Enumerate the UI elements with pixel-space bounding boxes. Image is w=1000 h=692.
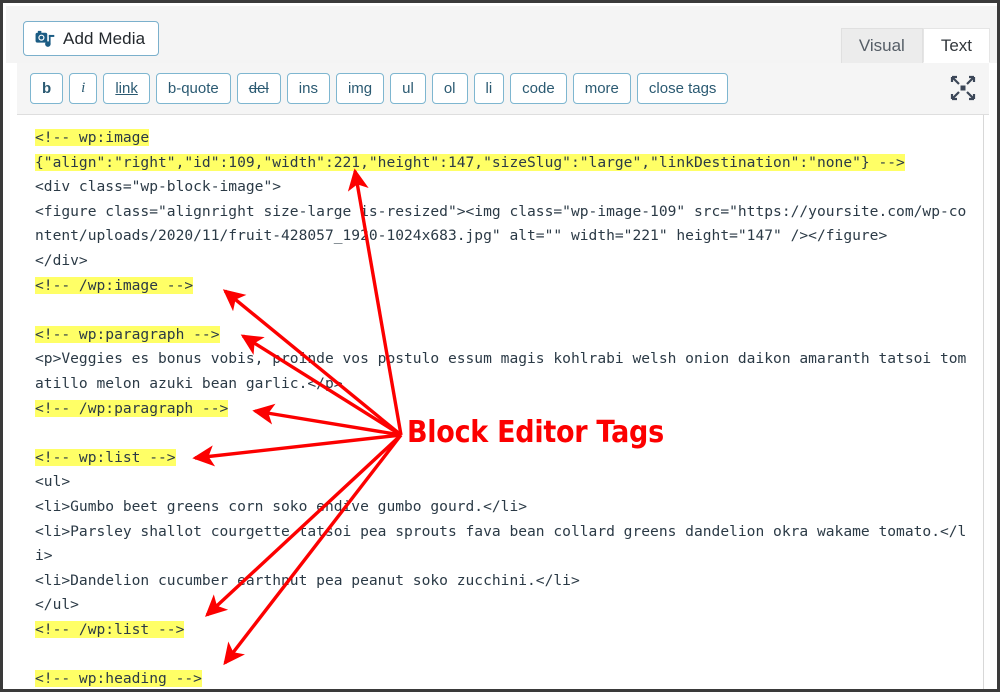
qt-button-more[interactable]: more [572, 73, 631, 104]
quicktags-button-row: b i link b-quote del ins img ul ol li co… [30, 73, 729, 104]
code-line: <li>Gumbo beet greens corn soko endive g… [35, 497, 528, 515]
qt-button-code[interactable]: code [510, 73, 567, 104]
code-line: <!-- wp:paragraph --> [35, 323, 975, 348]
editor-top-bar: Add Media Visual Text [6, 6, 997, 63]
block-editor-tag: <!-- /wp:image --> [35, 276, 194, 294]
block-editor-tag: <!-- wp:image [35, 129, 150, 146]
qt-button-link[interactable]: link [103, 73, 150, 104]
code-line: <!-- wp:heading --> [35, 667, 975, 689]
qt-button-b[interactable]: b [30, 73, 64, 104]
code-line: {"align":"right","id":109,"width":221,"h… [35, 151, 975, 176]
qt-button-ins[interactable]: ins [286, 73, 330, 104]
block-editor-tag: <!-- /wp:list --> [35, 620, 185, 638]
block-editor-tag: <!-- wp:paragraph --> [35, 325, 220, 343]
add-media-label: Add Media [63, 28, 146, 48]
code-line: <ul> [35, 473, 71, 491]
editor-scrollbar-track[interactable] [983, 115, 984, 689]
code-line: <figure class="alignright size-large is-… [35, 202, 967, 245]
tab-visual-label: Visual [858, 36, 905, 55]
qt-button-ul[interactable]: ul [390, 73, 426, 104]
editor-mode-tabs: Visual Text [840, 28, 990, 63]
code-line: <!-- /wp:image --> [35, 274, 975, 299]
text-editor-textarea[interactable]: <!-- wp:image {"align":"right","id":109,"… [17, 115, 989, 689]
media-camera-music-icon [35, 30, 55, 48]
code-line: </ul> [35, 596, 79, 614]
qt-button-i[interactable]: i [69, 73, 98, 104]
qt-button-b-quote[interactable]: b-quote [155, 73, 231, 104]
block-editor-tag: <!-- wp:list --> [35, 448, 176, 466]
qt-button-li[interactable]: li [473, 73, 505, 104]
qt-button-del[interactable]: del [236, 73, 281, 104]
code-line: </div> [35, 251, 88, 269]
fullscreen-expand-icon[interactable] [949, 74, 977, 102]
tab-text[interactable]: Text [922, 28, 990, 63]
qt-button-close-tags[interactable]: close tags [636, 73, 729, 104]
code-line: <li>Dandelion cucumber earthnut pea pean… [35, 571, 580, 589]
code-line: <!-- wp:image [35, 126, 975, 151]
editor-code-content[interactable]: <!-- wp:image {"align":"right","id":109,"… [35, 126, 975, 689]
add-media-button[interactable]: Add Media [23, 21, 160, 56]
code-line: <li>Parsley shallot courgette tatsoi pea… [35, 522, 967, 565]
quicktags-toolbar: b i link b-quote del ins img ul ol li co… [17, 63, 989, 115]
code-line: <!-- /wp:list --> [35, 618, 975, 643]
code-line: <p>Veggies es bonus vobis, proinde vos p… [35, 350, 967, 392]
block-editor-tag: <!-- /wp:paragraph --> [35, 399, 229, 417]
qt-button-img[interactable]: img [335, 73, 385, 104]
qt-button-ol[interactable]: ol [431, 73, 468, 104]
code-line: <div class="wp-block-image"> [35, 178, 282, 196]
wordpress-text-editor-window: Add Media Visual Text b i link b-quote d… [0, 0, 1000, 692]
tab-text-label: Text [940, 35, 972, 55]
block-editor-tag: {"align":"right","id":109,"width":221,"h… [35, 153, 905, 171]
tab-visual[interactable]: Visual [840, 28, 923, 63]
annotation-label: Block Editor Tags [407, 415, 664, 450]
block-editor-tag: <!-- wp:heading --> [35, 670, 202, 688]
